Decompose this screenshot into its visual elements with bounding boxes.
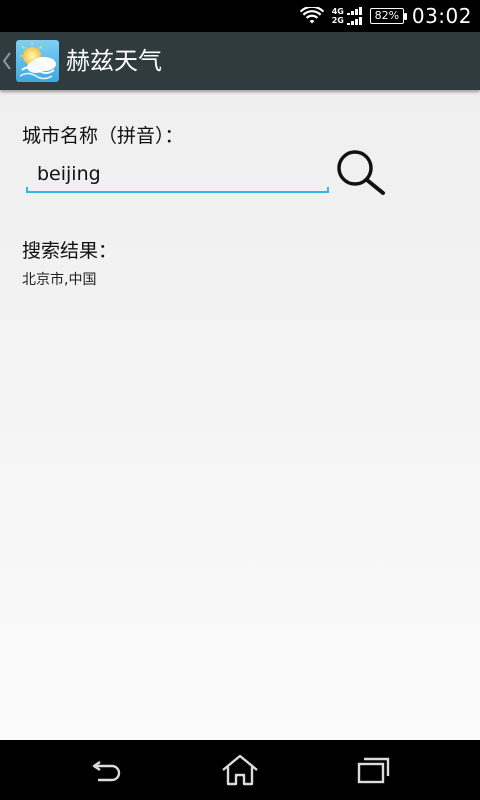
signal-block: 4G 2G [332, 7, 362, 25]
home-icon [222, 754, 258, 786]
battery-level: 82% [374, 9, 400, 22]
home-button[interactable] [210, 750, 270, 790]
status-bar: 4G 2G 82% 03:02 [0, 0, 480, 32]
back-button[interactable] [78, 750, 138, 790]
city-name-label: 城市名称（拼音）： [22, 125, 184, 147]
network-type-bottom: 2G [331, 16, 344, 25]
up-chevron-icon[interactable] [2, 51, 12, 71]
app-title: 赫兹天气 [66, 47, 162, 75]
city-input-container [26, 154, 329, 196]
clock: 03:02 [411, 4, 472, 28]
signal-icon [346, 7, 362, 25]
battery-icon: 82% [369, 8, 407, 24]
status-icons: 4G 2G 82% 03:02 [299, 0, 472, 32]
app-weather-icon[interactable] [16, 40, 59, 82]
search-button[interactable] [335, 148, 391, 198]
action-bar: 赫兹天气 [0, 32, 480, 90]
main-content: 城市名称（拼音）： 搜索结果： 北京市,中国 [0, 90, 480, 740]
navigation-bar [0, 740, 480, 800]
input-underline [26, 187, 329, 193]
city-name-input[interactable] [26, 154, 329, 194]
wifi-icon [299, 7, 324, 24]
search-results-label: 搜索结果： [22, 240, 118, 262]
back-icon [92, 761, 121, 782]
network-type-top: 4G [331, 7, 344, 16]
recent-apps-button[interactable] [343, 750, 403, 790]
recent-apps-icon [357, 757, 390, 784]
result-item[interactable]: 北京市,中国 [22, 270, 96, 290]
search-icon [337, 150, 385, 195]
